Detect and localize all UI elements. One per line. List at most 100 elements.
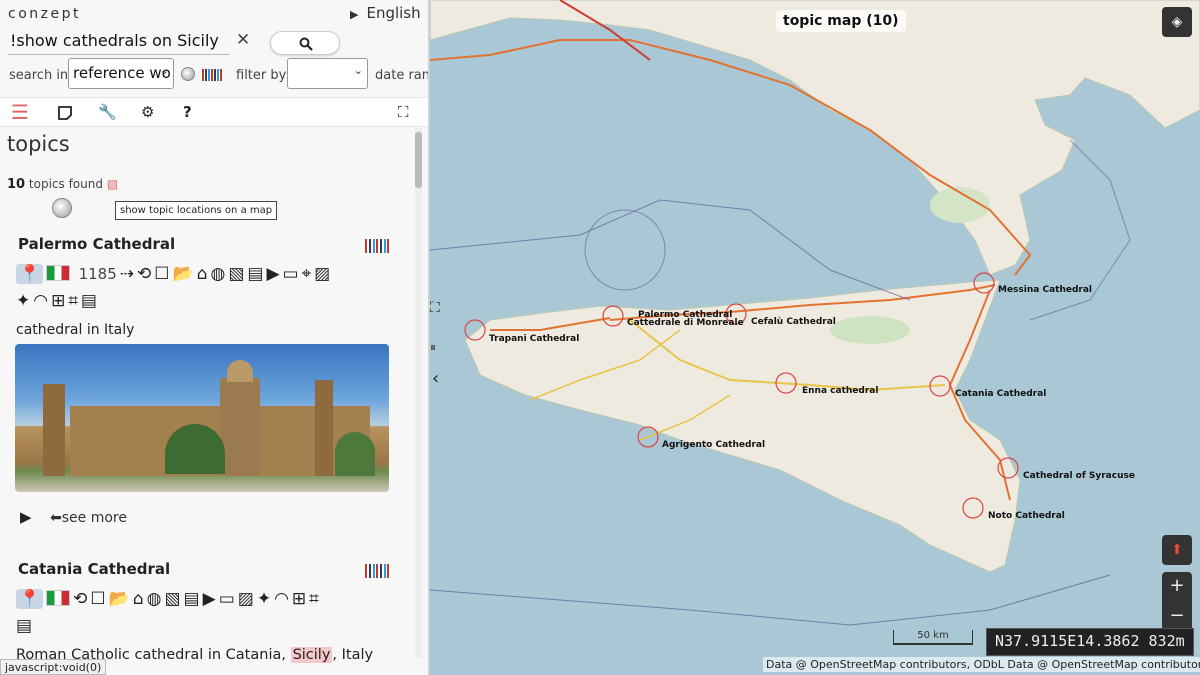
play-icon[interactable]: ▶ [20, 508, 32, 526]
wikidata-icon[interactable] [202, 69, 222, 81]
map-scale: 50 km [893, 630, 973, 645]
magic-wand-icon[interactable]: ✦ [16, 291, 30, 311]
rainbow-icon[interactable]: ◠ [274, 589, 289, 609]
scrollbar[interactable] [415, 128, 422, 658]
globe-icon[interactable]: ◍ [147, 589, 162, 609]
filter-by-label: filter by: [236, 68, 290, 83]
monitor-icon[interactable]: ▭ [219, 589, 235, 609]
marker-label[interactable]: Agrigento Cathedral [662, 440, 765, 450]
topic-map[interactable]: Palermo Cathedral Cattedrale di Monreale… [430, 0, 1200, 675]
home-icon[interactable]: ⌂ [197, 264, 208, 284]
wikidata-icon[interactable] [365, 564, 389, 578]
search-highlight: Sicily [290, 647, 333, 663]
fullscreen-icon[interactable]: ⛶ [430, 300, 440, 316]
date-range-label: date rang [375, 68, 428, 83]
close-icon[interactable]: ✕ [236, 30, 250, 50]
help-icon[interactable]: ? [183, 103, 192, 121]
language-label: English [366, 4, 421, 22]
drag-handle-icon[interactable]: ⏸ [430, 340, 436, 355]
map-attribution[interactable]: Data @ OpenStreetMap contributors, ODbL … [763, 657, 1200, 672]
italy-flag-icon[interactable] [46, 265, 71, 281]
presentation-icon[interactable]: ▤ [16, 616, 32, 636]
repeat-icon[interactable]: ⟲ [137, 264, 151, 284]
marker-label[interactable]: Cattedrale di Monreale [627, 318, 744, 328]
results-content: topics 10 topics found ▧ show topic loca… [0, 128, 414, 675]
zoom-in-button[interactable]: + [1162, 572, 1192, 602]
focus-icon[interactable]: ⌖ [302, 264, 312, 284]
frame-icon[interactable]: ⌗ [309, 589, 319, 609]
card-icons-row: 📍 1185 ⇢ ⟲ ☐ 📂 ⌂ ◍ ▧ ▤ ▶ ▭ ⌖ ▨ [16, 264, 333, 284]
globe-icon[interactable]: ◍ [210, 264, 225, 284]
mainland-land [430, 0, 1200, 276]
card-icons-row-2: ✦ ◠ ⊞ ⌗ ▤ [16, 291, 100, 311]
map-icon[interactable]: ▧ [164, 589, 180, 609]
note-icon[interactable] [58, 106, 72, 120]
image-icon[interactable]: ▨ [238, 589, 254, 609]
fullscreen-icon[interactable]: ⛶ [398, 103, 409, 121]
filter-by-select[interactable]: ⌄ [287, 58, 368, 89]
topics-heading: topics [7, 132, 70, 156]
folder-icon[interactable]: 📂 [109, 589, 130, 609]
description-text: , Italy [332, 647, 374, 663]
topics-found-count: 10 topics found ▧ [7, 177, 118, 192]
map-icon[interactable]: ▧ [228, 264, 244, 284]
location-pin-icon[interactable]: 📍 [16, 264, 44, 284]
image-icon[interactable]: ▨ [314, 264, 330, 284]
frame-icon[interactable]: ⌗ [68, 291, 78, 311]
gear-icon[interactable]: ⚙ [141, 103, 154, 121]
maritime-boundary [430, 574, 1111, 626]
search-icon [299, 37, 313, 51]
compass-icon[interactable]: ⬆ [1162, 535, 1192, 565]
chevron-down-icon: ⌄ [159, 64, 169, 77]
marker-label[interactable]: Cathedral of Syracuse [1023, 471, 1135, 481]
home-icon[interactable]: ⌂ [133, 589, 144, 609]
search-button[interactable] [270, 31, 340, 55]
card-title[interactable]: Catania Cathedral [18, 560, 170, 578]
map-icon[interactable]: ▧ [107, 177, 118, 191]
bookmark-icon[interactable]: ☐ [154, 264, 169, 284]
card-description: cathedral in Italy [16, 322, 135, 338]
sidebar-panel: conzept ▶ English !show cathedrals on Sic… [0, 0, 428, 675]
monitor-icon[interactable]: ▭ [283, 264, 299, 284]
card-icons-row-2: ▤ [16, 616, 35, 636]
rainbow-icon[interactable]: ◠ [33, 291, 48, 311]
video-icon[interactable]: ▶ [266, 264, 279, 284]
marker-label[interactable]: Noto Cathedral [988, 511, 1065, 521]
wikipedia-icon[interactable] [52, 198, 72, 218]
search-input[interactable]: !show cathedrals on Sicily [8, 30, 230, 55]
magic-wand-icon[interactable]: ✦ [257, 589, 271, 609]
chevron-left-icon[interactable]: ‹ [432, 368, 439, 389]
arrow-right-icon[interactable]: ⇢ [120, 264, 134, 284]
layers-icon[interactable]: ◈ [1162, 7, 1192, 37]
filter-row: search in: reference wo ⌄ filter by: ⌄ da… [0, 58, 428, 90]
language-selector[interactable]: ▶ English [350, 4, 421, 22]
wikipedia-icon[interactable] [181, 67, 195, 81]
bookmark-icon[interactable]: ☐ [90, 589, 105, 609]
marker-label[interactable]: Enna cathedral [802, 386, 878, 396]
scrollbar-thumb[interactable] [415, 132, 422, 188]
cathedral-photo[interactable] [15, 344, 389, 492]
grid-icon[interactable]: ⊞ [51, 291, 65, 311]
marker-label[interactable]: Messina Cathedral [998, 285, 1092, 295]
newspaper-icon[interactable]: ▤ [247, 264, 263, 284]
italy-flag-icon[interactable] [46, 590, 71, 606]
video-icon[interactable]: ▶ [203, 589, 216, 609]
presentation-icon[interactable]: ▤ [81, 291, 97, 311]
search-in-select[interactable]: reference wo ⌄ [68, 58, 174, 89]
search-in-label: search in: [9, 68, 73, 83]
location-pin-icon[interactable]: 📍 [16, 589, 44, 609]
wrench-icon[interactable]: 🔧 [98, 103, 117, 121]
app-logo[interactable]: conzept [8, 6, 81, 22]
wikidata-icon[interactable] [365, 239, 389, 253]
folder-icon[interactable]: 📂 [173, 264, 194, 284]
card-title[interactable]: Palermo Cathedral [18, 235, 175, 253]
marker-label[interactable]: Trapani Cathedral [489, 334, 579, 344]
see-more-link[interactable]: ⬅see more [50, 510, 127, 526]
newspaper-icon[interactable]: ▤ [184, 589, 200, 609]
marker-label[interactable]: Catania Cathedral [955, 389, 1046, 399]
marker-label[interactable]: Cefalù Cathedral [751, 317, 836, 327]
grid-icon[interactable]: ⊞ [292, 589, 306, 609]
menu-icon[interactable]: ☰ [11, 100, 29, 124]
repeat-icon[interactable]: ⟲ [73, 589, 87, 609]
chevron-down-icon: ⌄ [353, 64, 363, 77]
